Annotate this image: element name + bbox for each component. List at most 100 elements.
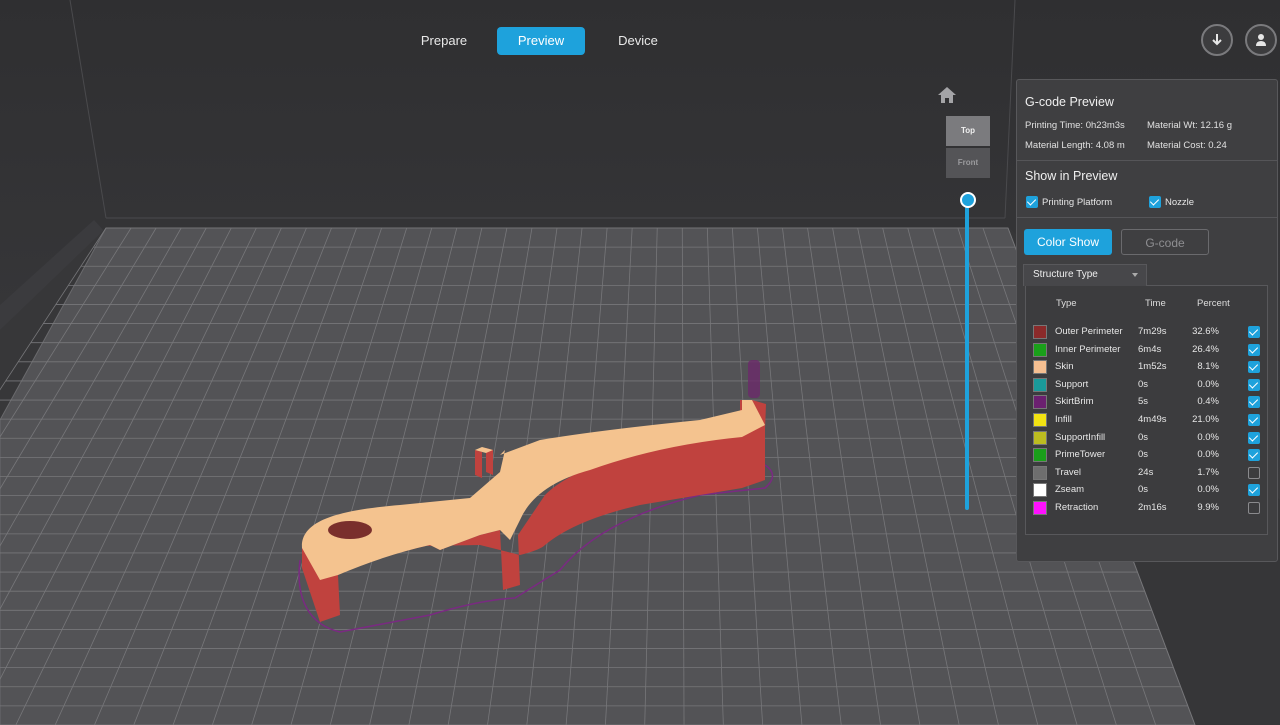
tab-preview[interactable]: Preview (497, 27, 585, 55)
tab-device[interactable]: Device (598, 27, 678, 55)
color-show-button[interactable]: Color Show (1024, 229, 1112, 255)
row-visibility-checkbox[interactable] (1248, 449, 1260, 462)
row-percent: 9.9% (1197, 502, 1219, 513)
divider (1017, 217, 1277, 218)
row-time: 0s (1138, 431, 1149, 443)
table-row: Inner Perimeter 6m4s 26.4% (1033, 341, 1265, 358)
row-type: SkirtBrim (1055, 396, 1094, 408)
column-header-time: Time (1145, 298, 1166, 309)
row-percent: 0.0% (1197, 378, 1219, 390)
printing-time: Printing Time: 0h23m3s (1025, 120, 1125, 131)
material-length: Material Length: 4.08 m (1025, 140, 1125, 151)
row-time: 24s (1138, 466, 1154, 478)
color-swatch (1033, 395, 1047, 410)
row-time: 0s (1138, 484, 1149, 496)
row-percent: 26.4% (1192, 343, 1219, 355)
row-type: Support (1055, 378, 1089, 390)
view-front-button[interactable]: Front (946, 148, 990, 178)
row-type: Inner Perimeter (1055, 343, 1121, 355)
view-top-button[interactable]: Top (946, 116, 990, 146)
row-type: Retraction (1055, 502, 1099, 513)
row-percent: 21.0% (1192, 414, 1219, 425)
row-type: SupportInfill (1055, 431, 1106, 443)
table-row: SkirtBrim 5s 0.4% (1033, 393, 1265, 410)
table-row: PrimeTower 0s 0.0% (1033, 446, 1265, 463)
row-visibility-checkbox[interactable] (1248, 343, 1260, 356)
download-icon (1212, 34, 1222, 46)
tab-prepare[interactable]: Prepare (403, 27, 485, 55)
table-row: Skin 1m52s 8.1% (1033, 358, 1265, 375)
row-percent: 0.4% (1197, 396, 1219, 408)
row-type: Skin (1055, 361, 1074, 373)
row-type: Travel (1055, 466, 1082, 478)
row-time: 2m16s (1138, 502, 1167, 513)
color-swatch (1033, 465, 1047, 480)
table-row: SupportInfill 0s 0.0% (1033, 429, 1265, 446)
row-visibility-checkbox[interactable] (1248, 361, 1260, 374)
row-visibility-checkbox[interactable] (1248, 431, 1260, 444)
structure-type-label: Structure Type (1033, 269, 1098, 280)
row-time: 7m29s (1138, 326, 1167, 337)
color-swatch (1033, 430, 1047, 445)
show-in-preview-title: Show in Preview (1025, 169, 1118, 183)
row-percent: 32.6% (1192, 326, 1219, 337)
table-row: Infill 4m49s 21.0% (1033, 411, 1265, 428)
column-header-percent: Percent (1197, 298, 1230, 309)
row-type: Outer Perimeter (1055, 326, 1123, 337)
top-navigation: Prepare Preview Device (0, 27, 1280, 57)
material-weight: Material Wt: 12.16 g (1147, 120, 1233, 131)
user-button[interactable] (1245, 24, 1277, 56)
color-swatch (1033, 360, 1047, 375)
color-swatch (1033, 448, 1047, 463)
row-visibility-checkbox[interactable] (1248, 326, 1260, 338)
gcode-button[interactable]: G-code (1121, 229, 1209, 255)
divider (1017, 160, 1277, 161)
table-row: Travel 24s 1.7% (1033, 464, 1265, 481)
nozzle-label: Nozzle (1165, 197, 1195, 208)
color-swatch (1033, 501, 1047, 515)
column-header-type: Type (1056, 298, 1077, 309)
row-visibility-checkbox[interactable] (1248, 484, 1260, 497)
row-visibility-checkbox[interactable] (1248, 396, 1260, 409)
user-icon (1256, 34, 1266, 46)
layer-slider-handle[interactable] (960, 192, 976, 208)
row-percent: 8.1% (1197, 361, 1219, 373)
row-percent: 0.0% (1197, 449, 1219, 461)
printing-platform-label: Printing Platform (1042, 197, 1113, 208)
table-row: Outer Perimeter 7m29s 32.6% (1033, 323, 1265, 340)
gcode-preview-panel: G-code Preview Printing Time: 0h23m3s Ma… (1016, 79, 1278, 562)
printing-platform-checkbox[interactable] (1026, 196, 1038, 208)
row-type: Infill (1055, 414, 1072, 425)
row-visibility-checkbox[interactable] (1248, 502, 1260, 514)
download-button[interactable] (1201, 24, 1233, 56)
chevron-down-icon (1132, 273, 1138, 277)
table-row: Zseam 0s 0.0% (1033, 481, 1265, 498)
row-time: 6m4s (1138, 343, 1162, 355)
row-visibility-checkbox[interactable] (1248, 378, 1260, 391)
row-percent: 1.7% (1197, 466, 1219, 478)
color-swatch (1033, 342, 1047, 357)
row-type: PrimeTower (1055, 449, 1106, 461)
color-swatch (1033, 483, 1047, 498)
color-swatch (1033, 377, 1047, 392)
row-time: 4m49s (1138, 414, 1167, 425)
row-time: 1m52s (1138, 361, 1167, 373)
row-percent: 0.0% (1197, 431, 1219, 443)
row-time: 0s (1138, 378, 1149, 390)
structure-type-dropdown[interactable]: Structure Type (1023, 264, 1147, 286)
home-view-icon[interactable] (936, 86, 958, 104)
color-swatch (1033, 413, 1047, 427)
color-swatch (1033, 325, 1047, 339)
nozzle-marker (748, 360, 760, 398)
table-row: Retraction 2m16s 9.9% (1033, 499, 1265, 516)
row-time: 5s (1138, 396, 1149, 408)
row-percent: 0.0% (1197, 484, 1219, 496)
row-visibility-checkbox[interactable] (1248, 414, 1260, 426)
row-time: 0s (1138, 449, 1149, 461)
material-cost: Material Cost: 0.24 (1147, 140, 1227, 151)
row-type: Zseam (1055, 484, 1085, 496)
row-visibility-checkbox[interactable] (1248, 466, 1260, 479)
table-row: Support 0s 0.0% (1033, 376, 1265, 393)
layer-slider-track[interactable] (965, 200, 969, 510)
nozzle-checkbox[interactable] (1149, 196, 1161, 208)
